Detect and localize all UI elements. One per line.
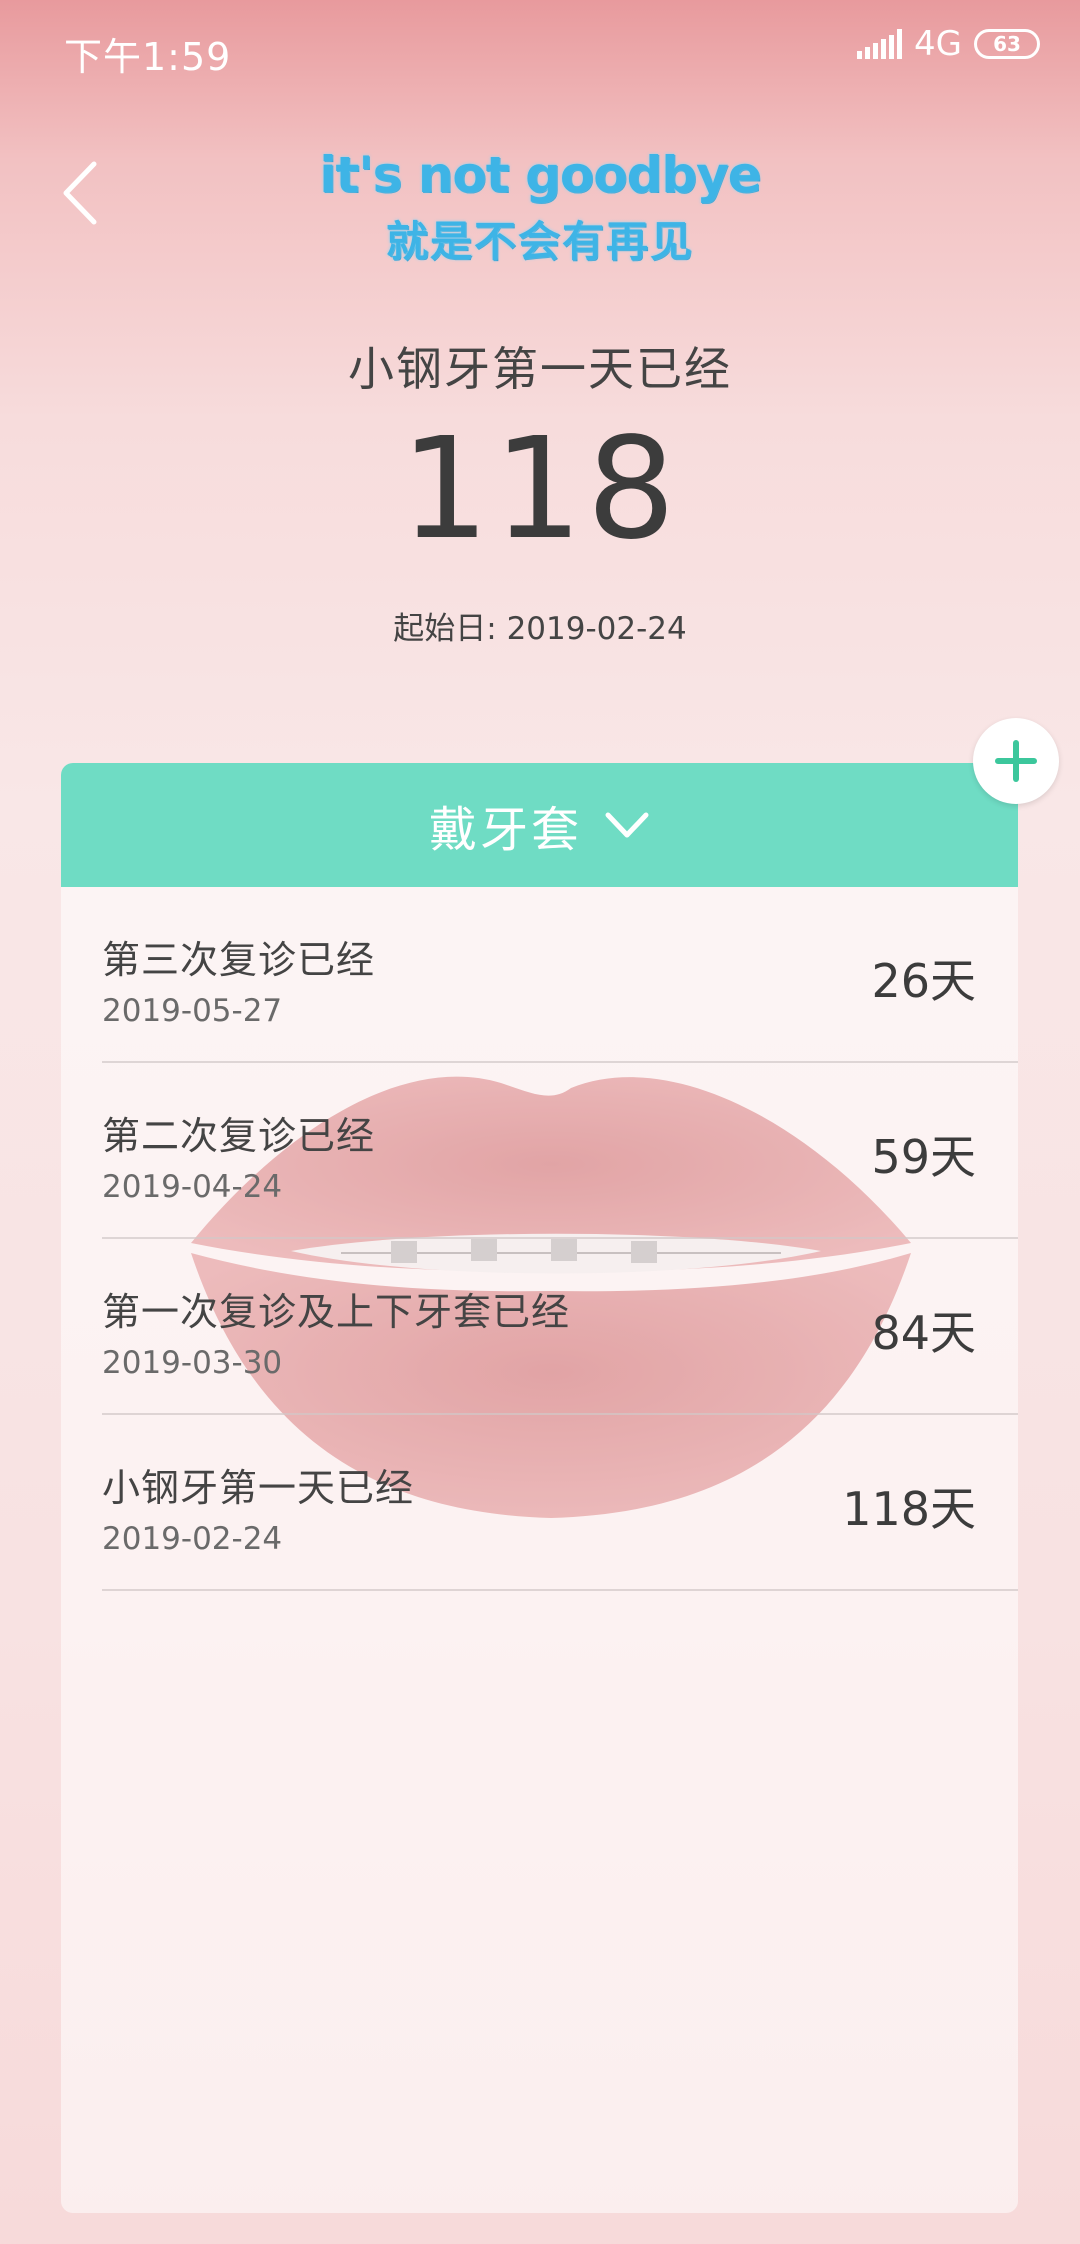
event-date: 2019-04-24 — [102, 1169, 283, 1205]
event-card: 戴牙套 第三次复诊已经 2019-05-27 26天 第二次复诊已经 2019-… — [61, 763, 1018, 2213]
signal-icon — [857, 29, 903, 59]
event-date: 2019-05-27 — [102, 993, 283, 1029]
banner-english: it's not goodbye — [319, 146, 761, 204]
event-row[interactable]: 第二次复诊已经 2019-04-24 59天 — [102, 1063, 1018, 1239]
start-date: 起始日: 2019-02-24 — [393, 611, 687, 647]
event-title: 小钢牙第一天已经 — [102, 1466, 415, 1510]
status-bar: 下午1:59 4G 63 — [0, 0, 1080, 90]
event-days: 59天 — [871, 1130, 976, 1184]
event-row[interactable]: 小钢牙第一天已经 2019-02-24 118天 — [102, 1415, 1018, 1591]
event-days: 26天 — [871, 954, 976, 1008]
chevron-down-icon — [605, 812, 649, 838]
event-title: 第三次复诊已经 — [102, 938, 376, 982]
plus-icon — [995, 740, 1037, 782]
hero-day-count: 118 — [400, 408, 680, 571]
battery-level: 63 — [993, 32, 1021, 56]
category-title: 戴牙套 — [428, 802, 582, 858]
status-indicators: 4G 63 — [857, 24, 1040, 64]
event-date: 2019-02-24 — [102, 1521, 283, 1557]
event-row[interactable]: 第一次复诊及上下牙套已经 2019-03-30 84天 — [102, 1239, 1018, 1415]
event-list: 第三次复诊已经 2019-05-27 26天 第二次复诊已经 2019-04-2… — [102, 887, 1018, 1591]
event-days: 84天 — [871, 1306, 976, 1360]
event-title: 第二次复诊已经 — [102, 1114, 376, 1158]
event-row[interactable]: 第三次复诊已经 2019-05-27 26天 — [102, 887, 1018, 1063]
battery-icon: 63 — [974, 29, 1040, 59]
add-event-button[interactable] — [973, 718, 1059, 804]
event-days: 118天 — [842, 1482, 976, 1536]
event-date: 2019-03-30 — [102, 1345, 283, 1381]
banner: it's not goodbye 就是不会有再见 — [0, 140, 1080, 274]
status-time: 下午1:59 — [64, 35, 232, 79]
event-title: 第一次复诊及上下牙套已经 — [102, 1290, 571, 1334]
banner-chinese: 就是不会有再见 — [385, 217, 694, 266]
network-type: 4G — [914, 24, 962, 64]
category-selector[interactable]: 戴牙套 — [61, 763, 1018, 887]
hero-label: 小钢牙第一天已经 — [348, 342, 732, 396]
